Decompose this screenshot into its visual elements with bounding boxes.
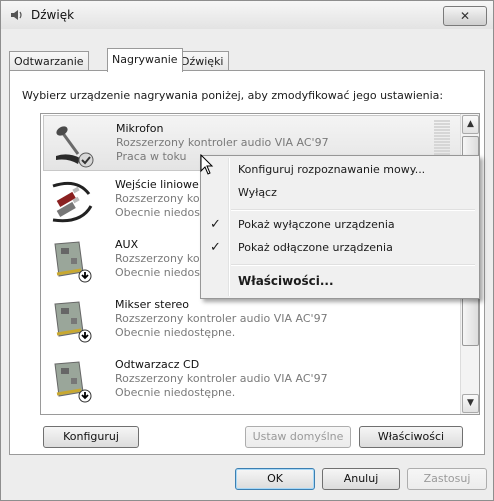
- chevron-up-icon: ▲: [467, 119, 474, 129]
- configure-button[interactable]: Konfiguruj: [43, 426, 139, 448]
- ok-button[interactable]: OK: [235, 468, 315, 490]
- menu-item-show-disconnected[interactable]: ✓ Pokaż odłączone urządzenia: [203, 237, 475, 259]
- tab-recording[interactable]: Nagrywanie: [107, 48, 183, 72]
- line-in-icon: [52, 181, 93, 223]
- device-name: Wejście liniowe: [115, 178, 199, 191]
- scroll-up-button[interactable]: ▲: [462, 115, 479, 134]
- device-controller: Rozszerzony kontroler audio VIA AC'97: [115, 372, 328, 385]
- chevron-down-icon: ▼: [467, 398, 474, 408]
- instruction-text: Wybierz urządzenie nagrywania poniżej, a…: [22, 89, 444, 102]
- sound-card-icon: [54, 301, 92, 343]
- close-button[interactable]: ✕: [443, 6, 487, 26]
- menu-separator: [231, 209, 475, 211]
- device-name: Odtwarzacz CD: [115, 358, 200, 371]
- title-bar: Dźwięk ✕: [1, 1, 493, 29]
- menu-item-label: Wyłącz: [238, 186, 277, 199]
- menu-separator: [231, 264, 475, 266]
- menu-item-show-disabled[interactable]: ✓ Pokaż wyłączone urządzenia: [203, 214, 475, 236]
- device-name: AUX: [115, 238, 139, 251]
- properties-button[interactable]: Właściwości: [359, 426, 463, 448]
- sound-card-icon: [54, 361, 92, 403]
- device-status: Obecnie niedostępne.: [115, 326, 236, 339]
- menu-item-label: Konfiguruj rozpoznawanie mowy...: [238, 163, 426, 176]
- menu-item-label: Pokaż wyłączone urządzenia: [238, 218, 395, 231]
- speaker-icon: [11, 10, 22, 20]
- device-name: Mikser stereo: [115, 298, 190, 311]
- menu-item-properties[interactable]: Właściwości...: [203, 270, 475, 292]
- check-icon: ✓: [210, 217, 221, 232]
- microphone-icon: [56, 126, 94, 168]
- check-icon: ✓: [210, 240, 221, 255]
- menu-item-disable[interactable]: Wyłącz: [203, 182, 475, 204]
- device-controller: Rozszerzony kontroler audio VIA AC'97: [115, 312, 328, 325]
- menu-item-configure-speech[interactable]: Konfiguruj rozpoznawanie mowy...: [203, 159, 475, 181]
- device-row-cd-player[interactable]: Odtwarzacz CD Rozszerzony kontroler audi…: [43, 352, 461, 408]
- device-status: Praca w toku: [116, 150, 187, 163]
- device-status: Obecnie niedostępne.: [115, 386, 236, 399]
- device-name: Mikrofon: [116, 122, 164, 135]
- context-menu: Konfiguruj rozpoznawanie mowy... Wyłącz …: [200, 155, 480, 299]
- tab-sounds[interactable]: Dźwięki: [176, 51, 229, 71]
- scroll-down-button[interactable]: ▼: [462, 394, 479, 413]
- sound-card-icon: [54, 241, 92, 283]
- apply-button[interactable]: Zastosuj: [407, 468, 487, 490]
- cancel-button[interactable]: Anuluj: [322, 468, 400, 490]
- menu-item-label: Właściwości...: [238, 274, 334, 288]
- tab-playback[interactable]: Odtwarzanie: [9, 51, 89, 71]
- window-title: Dźwięk: [31, 8, 75, 22]
- close-icon: ✕: [459, 9, 471, 23]
- device-controller: Rozszerzony kontroler audio VIA AC'97: [116, 136, 329, 149]
- mouse-pointer-icon: [200, 154, 214, 175]
- set-default-button[interactable]: Ustaw domyślne: [245, 426, 351, 448]
- menu-item-label: Pokaż odłączone urządzenia: [238, 241, 393, 254]
- device-row-stereo-mix[interactable]: Mikser stereo Rozszerzony kontroler audi…: [43, 292, 461, 348]
